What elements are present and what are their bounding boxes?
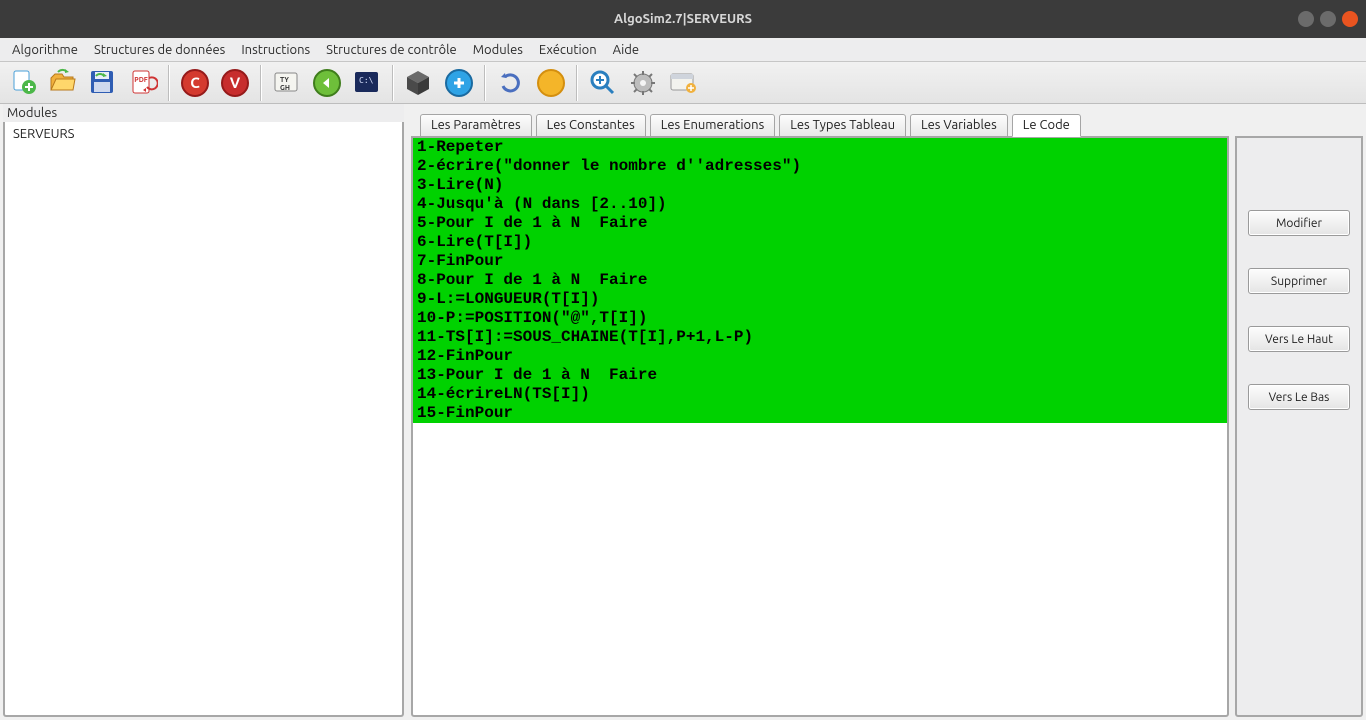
svg-text:C:\: C:\ — [359, 76, 374, 85]
tab-strip: Les ParamètresLes ConstantesLes Enumerat… — [407, 110, 1363, 136]
svg-text:PDF: PDF — [134, 76, 148, 84]
toolbar: PDF CV TYGH C:\ — [0, 62, 1366, 104]
window-controls — [1298, 11, 1358, 27]
tab-les-enumerations[interactable]: Les Enumerations — [650, 114, 775, 137]
toolbar-separator — [168, 65, 170, 101]
save-floppy-icon[interactable] — [86, 66, 120, 100]
code-line[interactable]: 10-P:=POSITION("@",T[I]) — [413, 309, 1227, 328]
tab-les-variables[interactable]: Les Variables — [910, 114, 1008, 137]
code-line[interactable]: 12-FinPour — [413, 347, 1227, 366]
code-line[interactable]: 9-L:=LONGUEUR(T[I]) — [413, 290, 1227, 309]
menu-structures-de-contr-le[interactable]: Structures de contrôle — [320, 41, 463, 59]
svg-text:TY: TY — [280, 76, 289, 84]
code-line[interactable]: 5-Pour I de 1 à N Faire — [413, 214, 1227, 233]
main-pane: Les ParamètresLes ConstantesLes Enumerat… — [407, 104, 1366, 720]
code-line[interactable]: 15-FinPour — [413, 404, 1227, 423]
tab-les-param-tres[interactable]: Les Paramètres — [420, 114, 532, 137]
toolbar-separator — [392, 65, 394, 101]
terminal-icon[interactable]: C:\ — [350, 66, 384, 100]
yellow-dot-icon[interactable] — [534, 66, 568, 100]
toolbar-separator — [576, 65, 578, 101]
gear-icon[interactable] — [626, 66, 660, 100]
svg-text:GH: GH — [280, 84, 290, 92]
menubar: AlgorithmeStructures de donnéesInstructi… — [0, 38, 1366, 62]
code-line[interactable]: 6-Lire(T[I]) — [413, 233, 1227, 252]
code-line[interactable]: 11-TS[I]:=SOUS_CHAINE(T[I],P+1,L-P) — [413, 328, 1227, 347]
menu-instructions[interactable]: Instructions — [235, 41, 316, 59]
close-icon[interactable] — [1342, 11, 1358, 27]
menu-ex-cution[interactable]: Exécution — [533, 41, 603, 59]
new-file-icon[interactable] — [6, 66, 40, 100]
zoom-icon[interactable] — [586, 66, 620, 100]
window-icon[interactable] — [666, 66, 700, 100]
tab-les-constantes[interactable]: Les Constantes — [536, 114, 646, 137]
tab-les-types-tableau[interactable]: Les Types Tableau — [779, 114, 906, 137]
minimize-icon[interactable] — [1298, 11, 1314, 27]
menu-aide[interactable]: Aide — [607, 41, 645, 59]
type-panel-icon[interactable]: TYGH — [270, 66, 304, 100]
code-line[interactable]: 7-FinPour — [413, 252, 1227, 271]
code-line[interactable]: 8-Pour I de 1 à N Faire — [413, 271, 1227, 290]
modules-list[interactable]: SERVEURS — [3, 122, 404, 717]
code-line[interactable]: 1-Repeter — [413, 138, 1227, 157]
code-line[interactable]: 3-Lire(N) — [413, 176, 1227, 195]
maximize-icon[interactable] — [1320, 11, 1336, 27]
blue-plus-icon[interactable] — [442, 66, 476, 100]
tab-le-code[interactable]: Le Code — [1012, 114, 1081, 137]
toolbar-separator — [260, 65, 262, 101]
button-supprimer[interactable]: Supprimer — [1248, 268, 1350, 294]
menu-modules[interactable]: Modules — [467, 41, 529, 59]
code-editor[interactable]: 1-Repeter2-écrire("donner le nombre d''a… — [411, 136, 1229, 717]
code-line[interactable]: 4-Jusqu'à (N dans [2..10]) — [413, 195, 1227, 214]
open-folder-icon[interactable] — [46, 66, 80, 100]
code-actions-panel: Modifier Supprimer Vers Le Haut Vers Le Bas — [1235, 136, 1363, 717]
menu-algorithme[interactable]: Algorithme — [6, 41, 84, 59]
code-line[interactable]: 2-écrire("donner le nombre d''adresses") — [413, 157, 1227, 176]
content-area: Modules SERVEURS Les ParamètresLes Const… — [0, 104, 1366, 720]
back-arrow-icon[interactable] — [310, 66, 344, 100]
code-line[interactable]: 13-Pour I de 1 à N Faire — [413, 366, 1227, 385]
button-modifier[interactable]: Modifier — [1248, 210, 1350, 236]
titlebar: AlgoSim2.7|SERVEURS — [0, 0, 1366, 38]
button-vers-le-haut[interactable]: Vers Le Haut — [1248, 326, 1350, 352]
red-c-icon[interactable]: C — [178, 66, 212, 100]
toolbar-separator — [484, 65, 486, 101]
module-item[interactable]: SERVEURS — [11, 124, 396, 144]
modules-sidebar: Modules SERVEURS — [0, 104, 407, 720]
refresh-icon[interactable] — [494, 66, 528, 100]
button-vers-le-bas[interactable]: Vers Le Bas — [1248, 384, 1350, 410]
cube-icon[interactable] — [402, 66, 436, 100]
code-line[interactable]: 14-écrireLN(TS[I]) — [413, 385, 1227, 404]
sidebar-title: Modules — [3, 104, 404, 122]
menu-structures-de-donn-es[interactable]: Structures de données — [88, 41, 231, 59]
red-v-icon[interactable]: V — [218, 66, 252, 100]
export-pdf-icon[interactable]: PDF — [126, 66, 160, 100]
window-title: AlgoSim2.7|SERVEURS — [614, 12, 752, 26]
